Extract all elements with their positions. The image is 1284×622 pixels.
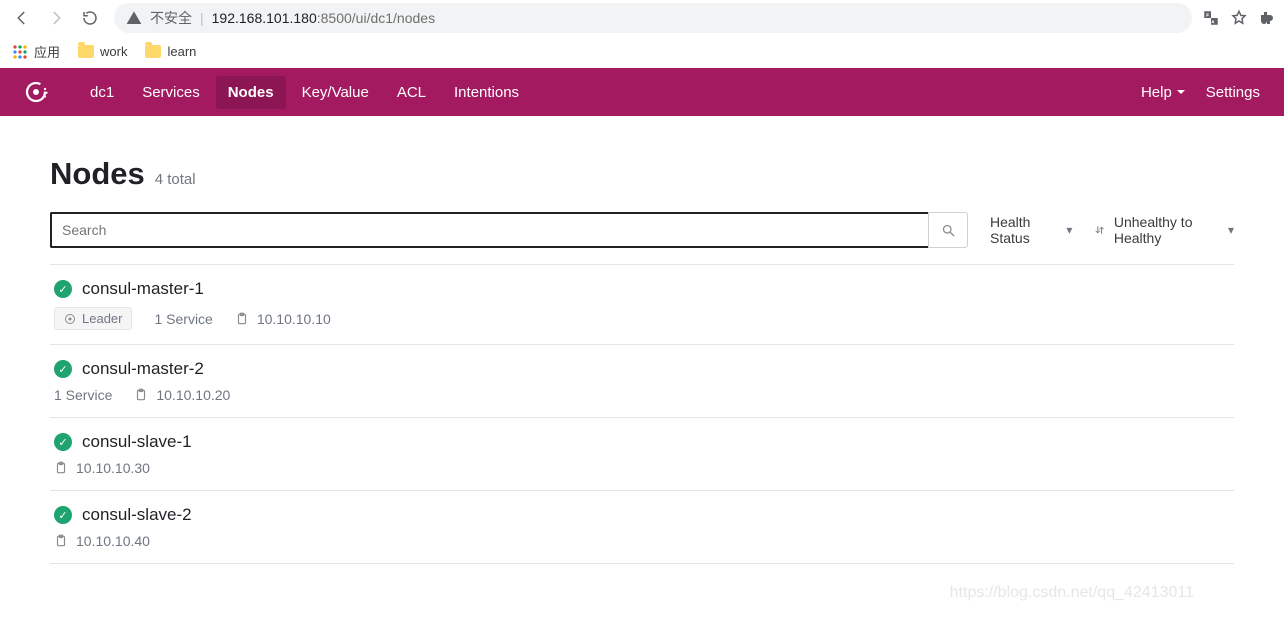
clipboard-icon[interactable] — [235, 312, 249, 326]
health-filter-label: Health Status — [990, 214, 1058, 246]
services-count: 1 Service — [54, 387, 112, 403]
folder-icon — [78, 45, 94, 58]
browser-right-icons — [1202, 9, 1276, 27]
health-check-passing-icon: ✓ — [54, 360, 72, 378]
help-menu[interactable]: Help — [1141, 84, 1186, 101]
browser-toolbar: 不安全 | 192.168.101.180:8500/ui/dc1/nodes — [0, 0, 1284, 36]
apps-icon — [12, 44, 28, 60]
translate-icon[interactable] — [1202, 9, 1220, 27]
arrow-left-icon — [13, 9, 31, 27]
help-label: Help — [1141, 84, 1172, 101]
extensions-icon[interactable] — [1258, 9, 1276, 27]
address-text: 10.10.10.40 — [76, 533, 150, 549]
node-address: 10.10.10.40 — [54, 533, 150, 549]
search-button[interactable] — [928, 212, 968, 248]
controls-row: Health Status ▾ Unhealthy to Healthy ▾ — [50, 212, 1234, 248]
health-check-passing-icon: ✓ — [54, 506, 72, 524]
nav-intentions[interactable]: Intentions — [442, 76, 531, 109]
sort-selector[interactable]: Unhealthy to Healthy ▾ — [1094, 214, 1234, 246]
bookmark-bar: 应用 work learn — [0, 36, 1284, 68]
bookmark-item[interactable]: work — [78, 44, 127, 59]
node-list: ✓ consul-master-1 Leader 1 Service 10.10… — [50, 264, 1234, 564]
bookmark-label: work — [100, 44, 127, 59]
folder-icon — [145, 45, 161, 58]
nav-links: dc1 Services Nodes Key/Value ACL Intenti… — [78, 76, 531, 109]
address-text: 10.10.10.20 — [156, 387, 230, 403]
reload-icon — [81, 9, 99, 27]
main-navbar: dc1 Services Nodes Key/Value ACL Intenti… — [0, 68, 1284, 116]
node-address: 10.10.10.30 — [54, 460, 150, 476]
main-content: Nodes 4 total Health Status ▾ Unhealthy … — [0, 116, 1284, 622]
back-button[interactable] — [8, 4, 36, 32]
search-wrap — [50, 212, 968, 248]
nav-nodes[interactable]: Nodes — [216, 76, 286, 109]
nav-acl[interactable]: ACL — [385, 76, 438, 109]
chevron-down-icon — [1176, 87, 1186, 97]
datacenter-selector[interactable]: dc1 — [78, 76, 126, 109]
consul-logo-icon[interactable] — [24, 80, 48, 104]
warning-icon — [126, 10, 142, 26]
page-subtitle: 4 total — [155, 171, 196, 188]
clipboard-icon[interactable] — [134, 388, 148, 402]
node-address: 10.10.10.20 — [134, 387, 230, 403]
address-bar[interactable]: 不安全 | 192.168.101.180:8500/ui/dc1/nodes — [114, 3, 1192, 33]
bookmark-item[interactable]: learn — [145, 44, 196, 59]
forward-button[interactable] — [42, 4, 70, 32]
chevron-down-icon: ▾ — [1066, 223, 1072, 237]
address-text: 10.10.10.10 — [257, 311, 331, 327]
leader-badge: Leader — [54, 307, 132, 330]
node-name: consul-slave-1 — [82, 432, 192, 452]
bookmark-label: learn — [167, 44, 196, 59]
reload-button[interactable] — [76, 4, 104, 32]
health-check-passing-icon: ✓ — [54, 433, 72, 451]
not-secure-label: 不安全 — [150, 8, 192, 28]
search-input[interactable] — [50, 212, 928, 248]
leader-label: Leader — [82, 311, 122, 326]
arrow-right-icon — [47, 9, 65, 27]
nav-keyvalue[interactable]: Key/Value — [290, 76, 381, 109]
settings-link[interactable]: Settings — [1206, 84, 1260, 101]
node-name: consul-master-1 — [82, 279, 204, 299]
clipboard-icon[interactable] — [54, 461, 68, 475]
services-count: 1 Service — [154, 311, 212, 327]
separator: | — [200, 10, 204, 26]
node-row[interactable]: ✓ consul-slave-2 10.10.10.40 — [50, 491, 1234, 564]
search-icon — [941, 223, 956, 238]
node-row[interactable]: ✓ consul-master-2 1 Service 10.10.10.20 — [50, 345, 1234, 418]
page-title: Nodes — [50, 156, 145, 192]
star-icon[interactable] — [1230, 9, 1248, 27]
title-row: Nodes 4 total — [50, 156, 1234, 192]
health-filter[interactable]: Health Status ▾ — [990, 214, 1072, 246]
apps-label: 应用 — [34, 42, 60, 61]
health-check-passing-icon: ✓ — [54, 280, 72, 298]
apps-button[interactable]: 应用 — [12, 42, 60, 61]
watermark: https://blog.csdn.net/qq_42413011 — [50, 584, 1234, 602]
node-name: consul-master-2 — [82, 359, 204, 379]
star-outline-icon — [64, 313, 76, 325]
clipboard-icon[interactable] — [54, 534, 68, 548]
node-row[interactable]: ✓ consul-slave-1 10.10.10.30 — [50, 418, 1234, 491]
sort-icon — [1094, 223, 1105, 237]
node-row[interactable]: ✓ consul-master-1 Leader 1 Service 10.10… — [50, 264, 1234, 345]
nav-services[interactable]: Services — [130, 76, 212, 109]
nav-right: Help Settings — [1141, 84, 1260, 101]
sort-label: Unhealthy to Healthy — [1114, 214, 1220, 246]
node-name: consul-slave-2 — [82, 505, 192, 525]
url-text: 192.168.101.180:8500/ui/dc1/nodes — [212, 10, 435, 26]
address-text: 10.10.10.30 — [76, 460, 150, 476]
node-address: 10.10.10.10 — [235, 311, 331, 327]
chevron-down-icon: ▾ — [1228, 223, 1234, 237]
